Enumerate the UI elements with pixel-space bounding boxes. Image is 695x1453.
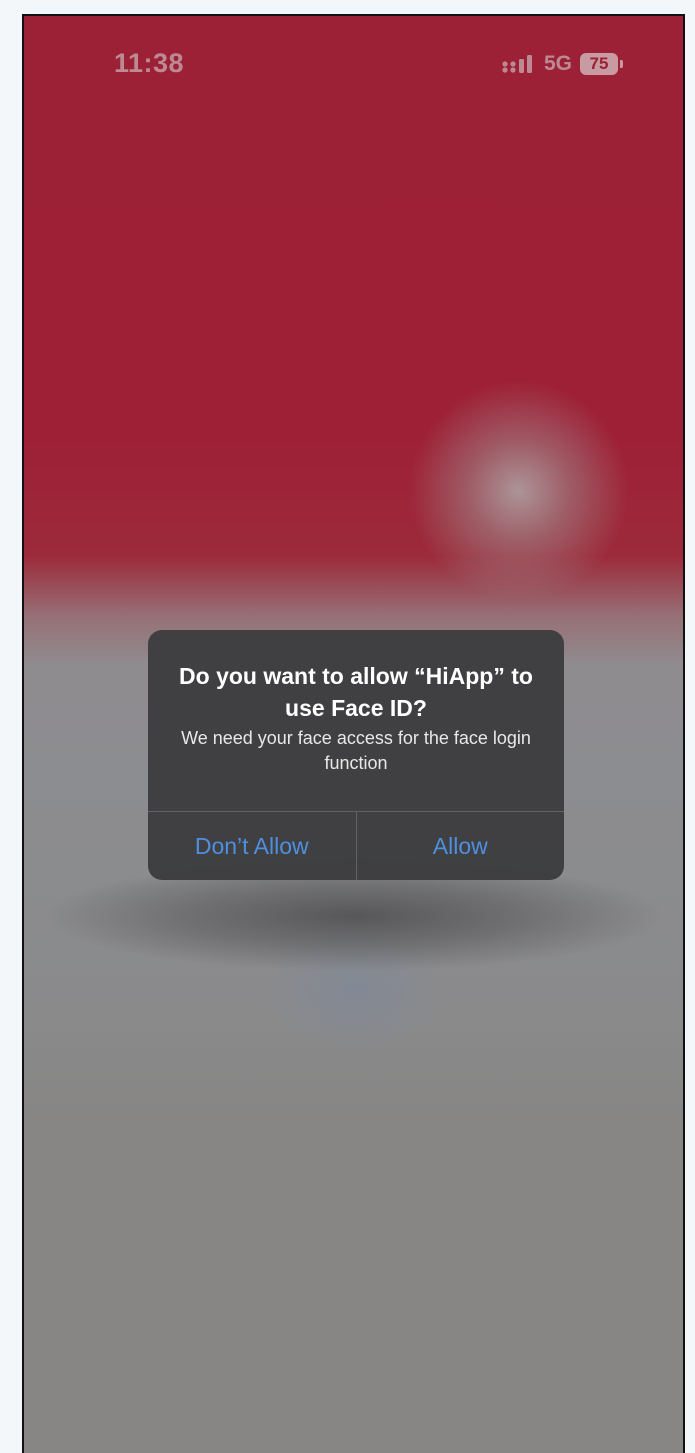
alert-title: Do you want to allow “HiApp” to use Face…	[179, 663, 533, 721]
phone-screen: 11:38 5G 75 Do you want to allow “HiApp”…	[22, 14, 685, 1453]
alert-content: Do you want to allow “HiApp” to use Face…	[148, 630, 564, 811]
battery-tip	[620, 60, 623, 68]
alert-message: We need your face access for the face lo…	[181, 728, 531, 773]
cellular-signal-icon	[502, 55, 532, 73]
battery-level: 75	[580, 53, 618, 75]
status-time: 11:38	[114, 48, 185, 78]
face-id-permission-alert: Do you want to allow “HiApp” to use Face…	[148, 630, 564, 880]
status-bar: 11:38 5G 75	[24, 16, 683, 106]
network-type: 5G	[543, 52, 572, 75]
alert-button-row: Don’t Allow Allow	[148, 811, 564, 880]
allow-button[interactable]: Allow	[355, 812, 565, 880]
dont-allow-button[interactable]: Don’t Allow	[148, 812, 356, 880]
status-indicators: 5G 75	[502, 52, 623, 76]
battery-icon: 75	[580, 53, 623, 75]
